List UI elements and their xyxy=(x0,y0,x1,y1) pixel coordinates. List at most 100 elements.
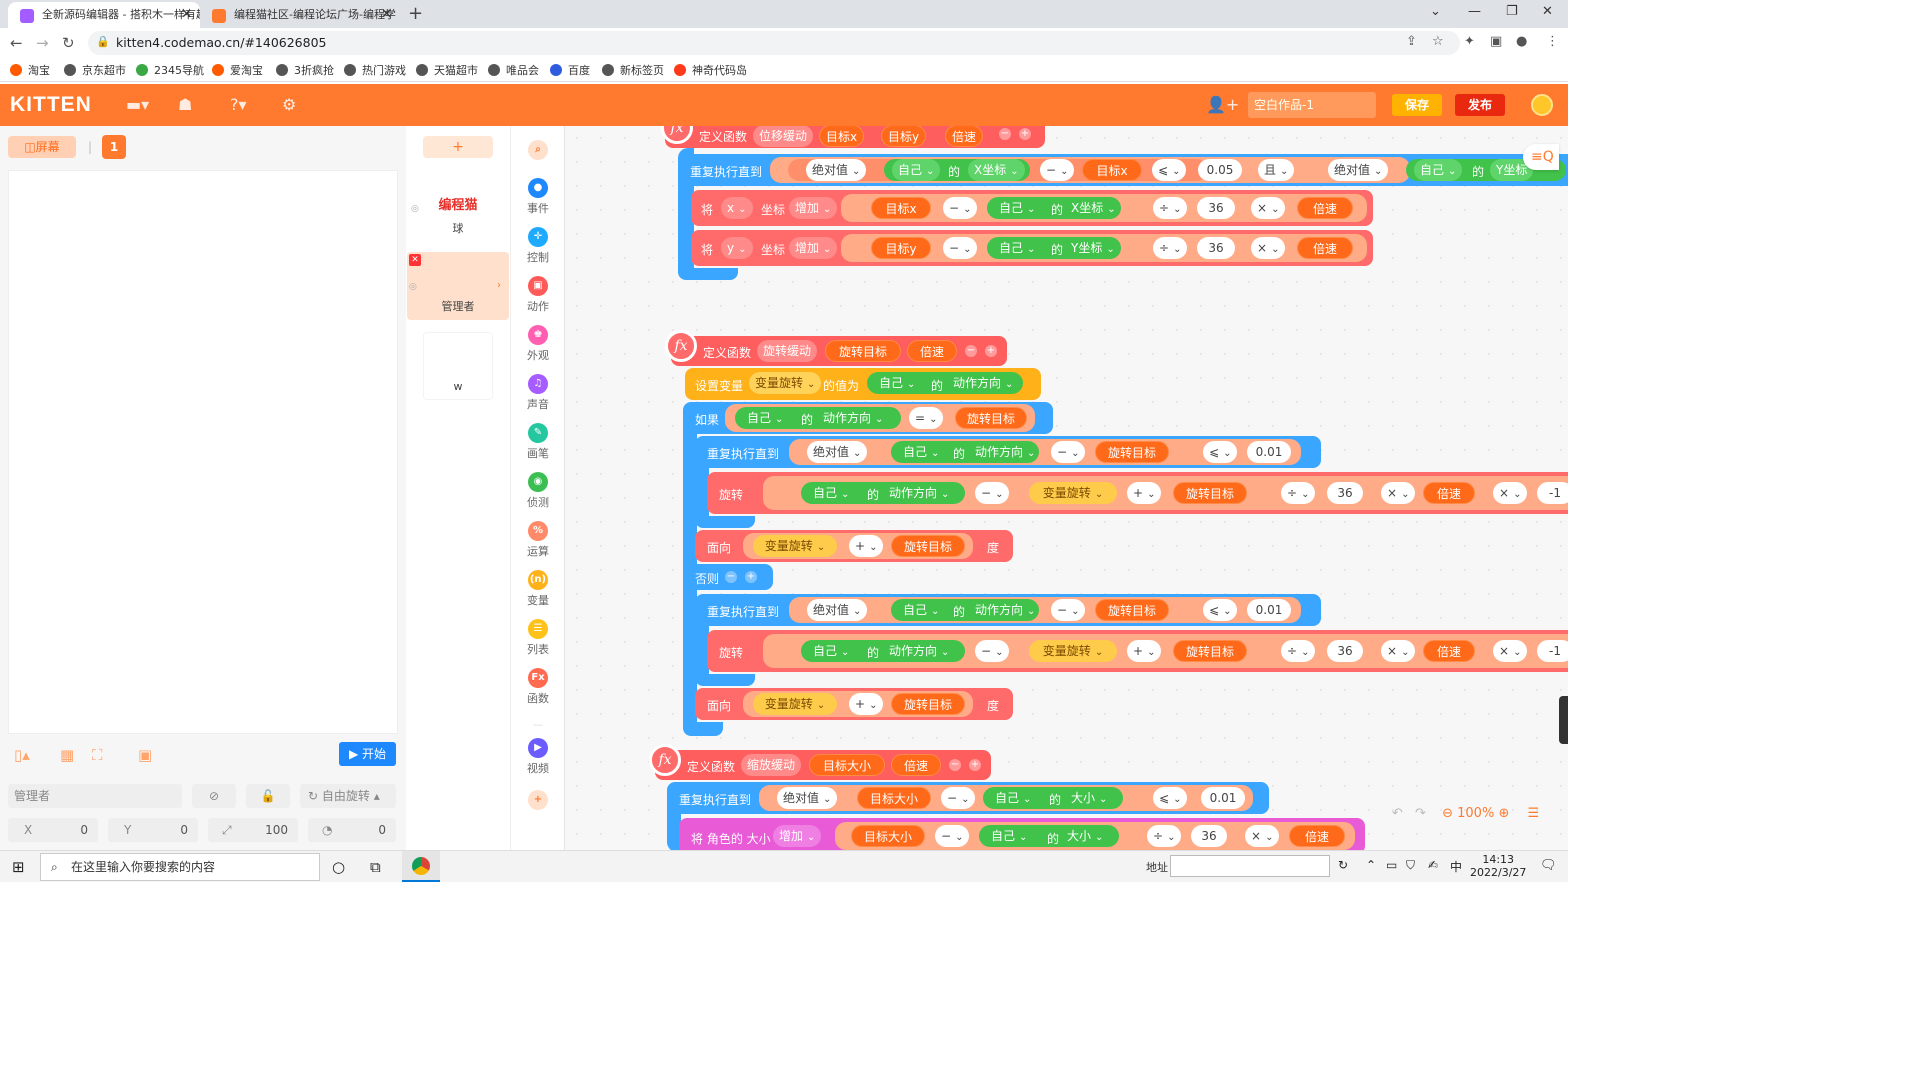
minimize-button[interactable]: — xyxy=(1468,4,1481,19)
restore-button[interactable]: ❐ xyxy=(1506,4,1518,19)
sprite-item[interactable]: ◎ 编程猫 球 xyxy=(411,174,493,242)
zoom-out-icon[interactable]: ⊖ xyxy=(1442,806,1453,821)
start-button[interactable]: ▶ 开始 xyxy=(339,742,396,766)
direction-field[interactable]: ◔ 0 xyxy=(308,818,396,842)
screen-button[interactable]: ◫屏幕 xyxy=(8,136,76,158)
clock[interactable]: 14:13 2022/3/27 xyxy=(1470,853,1526,879)
bookmark-item[interactable]: 淘宝 xyxy=(10,62,50,78)
category-sound[interactable]: ♫ 声音 xyxy=(511,374,565,412)
rotate-block[interactable]: 旋转 自己 的 动作方向 − 变量旋转 + 旋转目标 ÷ 36 × 倍速 × -… xyxy=(707,630,1568,672)
help-icon[interactable]: ?▾ xyxy=(230,95,247,114)
add-collaborator-icon[interactable]: 👤+ xyxy=(1206,95,1239,114)
eye-off-icon[interactable]: ◎ xyxy=(409,282,417,292)
tab-search-icon[interactable]: ⌄ xyxy=(1430,4,1441,19)
tutorial-icon[interactable]: ☗ xyxy=(178,95,192,114)
add-sprite-button[interactable]: + xyxy=(423,136,493,158)
face-block[interactable]: 面向 变量旋转 + 旋转目标 度 xyxy=(695,688,1013,720)
change-x-block[interactable]: 将 x 坐标 增加 目标x − 自己 的 X坐标 ÷ 36 × 倍速 xyxy=(691,190,1373,226)
close-window-button[interactable]: ✕ xyxy=(1542,4,1553,19)
rotate-block[interactable]: 旋转 自己 的 动作方向 − 变量旋转 + 旋转目标 ÷ 36 × 倍速 × -… xyxy=(707,472,1568,514)
sprite-name-input[interactable]: 管理者 xyxy=(8,784,182,808)
change-y-block[interactable]: 将 y 坐标 增加 目标y − 自己 的 Y坐标 ÷ 36 × 倍速 xyxy=(691,230,1373,266)
bookmark-item[interactable]: 百度 xyxy=(550,62,590,78)
category-events[interactable]: ● 事件 xyxy=(511,178,565,216)
repeat-until-block[interactable]: 重复执行直到 绝对值 目标大小 − 自己 的 大小 ⩽ 0.01 xyxy=(667,782,1269,814)
x-field[interactable]: X0 xyxy=(8,818,98,842)
minus-icon[interactable]: − xyxy=(949,759,961,771)
tab-editor[interactable]: 全新源码编辑器 - 搭积木一样有趣 ✕ xyxy=(8,2,200,28)
star-icon[interactable]: ☆ xyxy=(1432,34,1444,49)
close-tab-icon[interactable]: ✕ xyxy=(381,2,392,28)
add-extension-button[interactable]: + xyxy=(511,790,565,812)
category-lists[interactable]: ☰ 列表 xyxy=(511,619,565,657)
tray-chevron-icon[interactable]: ⌃ xyxy=(1366,858,1376,872)
block-search-icon[interactable]: ≡Q xyxy=(1523,144,1559,170)
visibility-toggle[interactable]: ⊘ xyxy=(192,784,236,808)
category-functions[interactable]: Fx 函数 xyxy=(511,668,565,706)
sprite-item-selected[interactable]: ✕ ◎ › 管理者 xyxy=(407,252,509,320)
set-variable-block[interactable]: 设置变量 变量旋转 的值为 自己 的 动作方向 xyxy=(685,368,1041,400)
bookmark-item[interactable]: 天猫超市 xyxy=(416,62,478,78)
folder-icon[interactable]: ▬▾ xyxy=(126,95,149,114)
category-variables[interactable]: (n) 变量 xyxy=(511,570,565,608)
extensions-icon[interactable]: ✦ xyxy=(1464,34,1475,49)
taskbar-search-input[interactable]: ⌕ 在这里输入你要搜索的内容 xyxy=(40,853,320,881)
minus-icon[interactable]: − xyxy=(725,571,737,583)
plus-icon[interactable]: + xyxy=(1019,128,1031,140)
category-operators[interactable]: % 运算 xyxy=(511,521,565,559)
avatar[interactable] xyxy=(1531,94,1553,116)
define-function-block[interactable]: 定义函数 旋转缓动 旋转目标 倍速 − + xyxy=(671,336,1007,366)
bookmark-item[interactable]: 2345导航 xyxy=(136,62,204,78)
fullscreen-icon[interactable]: ⛶ xyxy=(92,746,103,764)
forward-icon[interactable]: → xyxy=(36,34,49,52)
taskbar-address-input[interactable] xyxy=(1170,855,1330,877)
minus-icon[interactable]: − xyxy=(999,128,1011,140)
publish-button[interactable]: 发布 xyxy=(1455,94,1505,116)
repeat-until-block[interactable]: 重复执行直到 绝对值 自己 的 动作方向 − 旋转目标 ⩽ 0.01 xyxy=(695,594,1321,626)
settings-icon[interactable]: ⚙ xyxy=(282,95,296,114)
define-function-block[interactable]: 定义函数 位移缓动 目标x 目标y 倍速 − + xyxy=(665,126,1045,148)
sprite-item[interactable]: w xyxy=(423,332,493,400)
task-view-icon[interactable]: ⧉ xyxy=(370,858,381,876)
bookmark-item[interactable]: 京东超市 xyxy=(64,62,126,78)
url-input[interactable]: 🔒 kitten4.codemao.cn/#140626805 ⇪ ☆ xyxy=(88,31,1460,55)
shield-icon[interactable]: ⛉ xyxy=(1406,858,1415,873)
profile-icon[interactable]: ● xyxy=(1516,34,1527,49)
align-blocks-icon[interactable]: ☰ xyxy=(1528,806,1540,821)
else-block[interactable]: 否则 − + xyxy=(683,564,773,590)
face-block[interactable]: 面向 变量旋转 + 旋转目标 度 xyxy=(695,530,1013,562)
define-function-block[interactable]: 定义函数 缩放缓动 目标大小 倍速 − + xyxy=(655,750,991,780)
rotation-mode-select[interactable]: ↻ 自由旋转 ▴ xyxy=(300,784,396,808)
pen-icon[interactable]: ✍ xyxy=(1428,858,1438,872)
code-workspace[interactable]: 定义函数 位移缓动 目标x 目标y 倍速 − + fx 重复执行直到 绝对值 自… xyxy=(565,126,1568,850)
back-icon[interactable]: ← xyxy=(10,34,23,52)
new-tab-button[interactable]: + xyxy=(408,3,423,24)
screen-page-tab[interactable]: 1 xyxy=(102,135,126,159)
minus-icon[interactable]: − xyxy=(965,345,977,357)
refresh-icon[interactable]: ↻ xyxy=(1338,858,1348,872)
lock-toggle[interactable]: 🔓 xyxy=(246,784,290,808)
repeat-until-block[interactable]: 重复执行直到 绝对值 自己 的 X坐标 − 目标x ⩽ 0.05 且 绝对值 自… xyxy=(678,154,1568,186)
category-motion[interactable]: ▣ 动作 xyxy=(511,276,565,314)
menu-icon[interactable]: ⋮ xyxy=(1546,34,1559,49)
plus-icon[interactable]: + xyxy=(745,571,757,583)
bookmark-item[interactable]: 唯品会 xyxy=(488,62,539,78)
change-size-block[interactable]: 将 角色的 大小 增加 目标大小 − 自己 的 大小 ÷ 36 × 倍速 xyxy=(679,818,1365,850)
chevron-right-icon[interactable]: › xyxy=(497,280,501,291)
category-pen[interactable]: ✎ 画笔 xyxy=(511,423,565,461)
bookmark-item[interactable]: 神奇代码岛 xyxy=(674,62,747,78)
record-icon[interactable]: ▣ xyxy=(138,746,152,764)
category-looks[interactable]: ♚ 外观 xyxy=(511,325,565,363)
eye-off-icon[interactable]: ◎ xyxy=(411,204,419,214)
chrome-taskbar-item[interactable] xyxy=(402,851,440,882)
category-video[interactable]: ▶ 视频 xyxy=(511,738,565,776)
project-name-input[interactable]: 空白作品-1 xyxy=(1248,92,1376,118)
search-blocks-button[interactable]: ⌕ xyxy=(511,140,565,162)
sidepanel-icon[interactable]: ▣ xyxy=(1490,34,1502,49)
bookmark-item[interactable]: 热门游戏 xyxy=(344,62,406,78)
stage-canvas[interactable] xyxy=(8,170,398,734)
notification-icon[interactable]: 🗨 xyxy=(1540,858,1557,873)
y-field[interactable]: Y0 xyxy=(108,818,198,842)
repeat-until-block[interactable]: 重复执行直到 绝对值 自己 的 动作方向 − 旋转目标 ⩽ 0.01 xyxy=(695,436,1321,468)
cortana-icon[interactable]: ○ xyxy=(332,858,345,876)
